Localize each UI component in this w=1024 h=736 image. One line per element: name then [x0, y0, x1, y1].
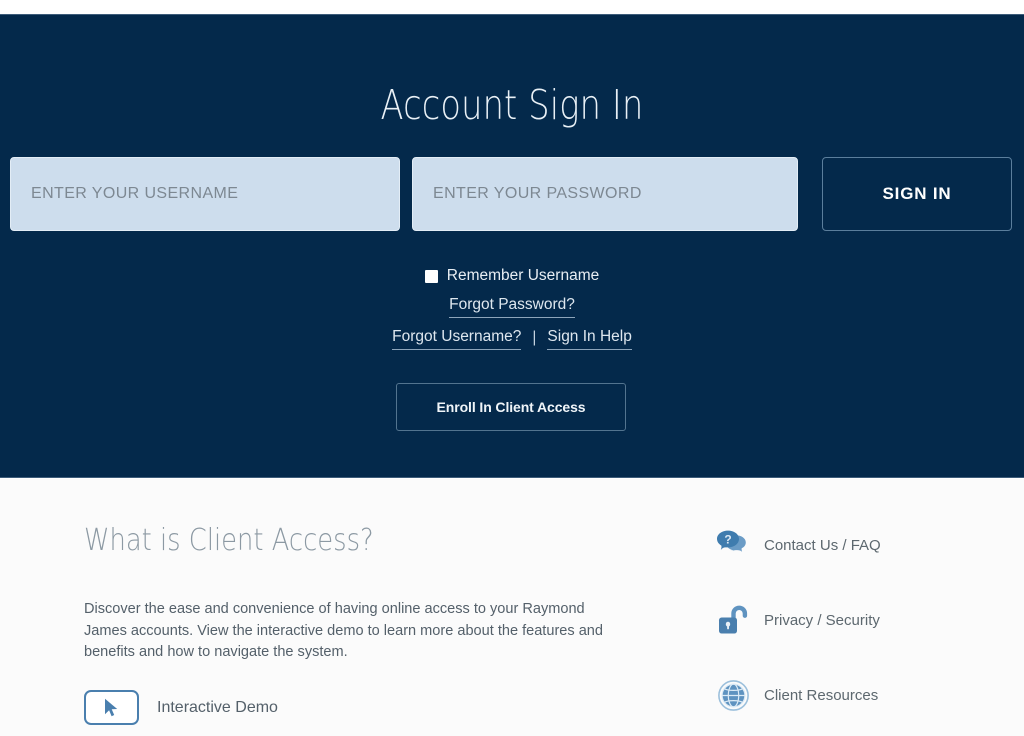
sign-in-button[interactable]: SIGN IN: [822, 157, 1012, 231]
svg-text:?: ?: [724, 532, 731, 546]
client-resources-label: Client Resources: [764, 686, 879, 704]
forgot-password-link[interactable]: Forgot Password?: [449, 296, 575, 318]
page-title: Account Sign In: [380, 81, 644, 129]
about-description: Discover the ease and convenience of hav…: [84, 600, 603, 660]
privacy-security-link[interactable]: Privacy / Security: [716, 603, 881, 637]
interactive-demo-label: Interactive Demo: [157, 698, 278, 716]
open-padlock-icon: [716, 603, 750, 637]
top-white-strip: [0, 0, 1024, 14]
password-input[interactable]: [412, 157, 798, 231]
contact-us-faq-link[interactable]: ? Contact Us / FAQ: [716, 528, 881, 562]
info-panel: What is Client Access? Discover the ease…: [0, 479, 1024, 736]
sign-in-help-link[interactable]: Sign In Help: [547, 328, 632, 350]
username-input[interactable]: [10, 157, 400, 231]
forgot-password-row: Forgot Password?: [0, 296, 1024, 318]
contact-us-faq-label: Contact Us / FAQ: [764, 536, 881, 554]
resource-links: ? Contact Us / FAQ Privacy / Security Cl…: [716, 528, 881, 712]
client-resources-link[interactable]: Client Resources: [716, 678, 881, 712]
link-separator: |: [532, 328, 537, 346]
signin-form: SIGN IN: [0, 157, 1024, 231]
speech-bubbles-question-icon: ?: [716, 528, 750, 562]
help-links-row: Forgot Username? | Sign In Help: [0, 328, 1024, 350]
remember-username-label: Remember Username: [446, 267, 600, 284]
about-heading: What is Client Access?: [84, 523, 374, 558]
forgot-username-link[interactable]: Forgot Username?: [392, 328, 522, 350]
globe-icon: [716, 678, 750, 712]
cursor-pointer-icon: [84, 690, 139, 725]
remember-username-checkbox[interactable]: [424, 269, 438, 283]
interactive-demo-link[interactable]: Interactive Demo: [84, 690, 278, 725]
signin-hero: Account Sign In SIGN IN Remember Usernam…: [0, 14, 1024, 478]
remember-username-row[interactable]: Remember Username: [0, 267, 1024, 285]
privacy-security-label: Privacy / Security: [764, 611, 880, 629]
enroll-in-client-access-button[interactable]: Enroll In Client Access: [396, 383, 626, 431]
